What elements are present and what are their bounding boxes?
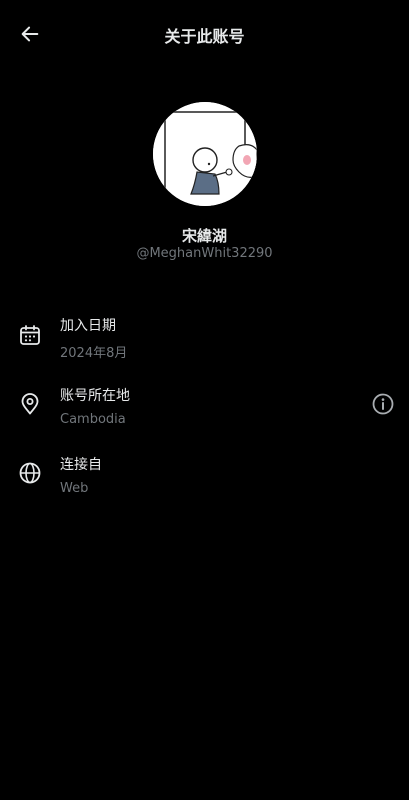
detail-value: Web — [60, 481, 89, 496]
display-name: 宋緯湖 — [181, 227, 227, 245]
top-bar: 关于此账号 — [0, 0, 409, 68]
detail-label: 账号所在地 — [60, 388, 130, 404]
detail-label: 连接自 — [60, 457, 102, 473]
info-circle-icon[interactable] — [371, 392, 395, 416]
avatar-illustration — [153, 102, 257, 206]
detail-row-connected-via: 连接自 Web — [0, 454, 409, 510]
detail-row-account-location: 账号所在地 Cambodia — [0, 385, 409, 441]
avatar[interactable] — [153, 102, 257, 206]
globe-icon — [19, 462, 41, 484]
location-pin-icon — [21, 393, 39, 415]
user-handle: @MeghanWhit32290 — [136, 246, 273, 261]
detail-value: 2024年8月 — [60, 346, 128, 361]
detail-label: 加入日期 — [60, 318, 116, 334]
page-title: 关于此账号 — [164, 27, 245, 46]
calendar-icon — [20, 325, 40, 345]
detail-row-join-date: 加入日期 2024年8月 — [0, 315, 409, 371]
detail-value: Cambodia — [60, 412, 126, 427]
